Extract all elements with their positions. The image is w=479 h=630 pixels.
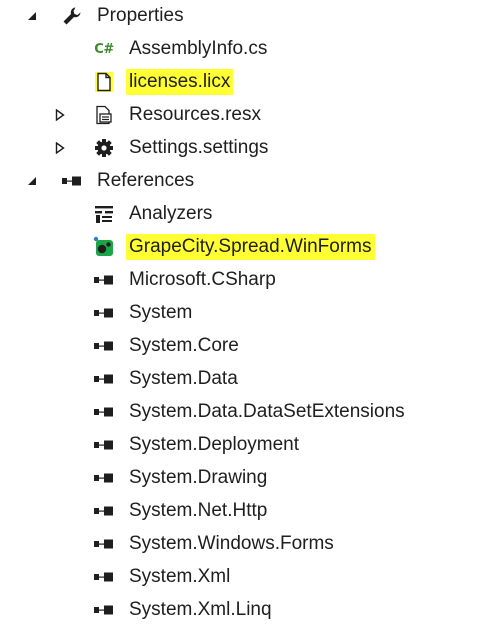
tree-node-reference[interactable]: System — [0, 297, 479, 330]
wrench-icon — [61, 6, 83, 26]
tree-node-label: System.Xml.Linq — [129, 599, 272, 620]
tree-node-label: System.Net.Http — [129, 500, 268, 521]
assembly-reference-icon — [93, 402, 115, 422]
tree-node-reference[interactable]: System.Xml.Linq — [0, 594, 479, 627]
tree-node-label: System — [129, 302, 193, 323]
tree-node-label: System.Data — [129, 368, 238, 389]
tree-node-label: Resources.resx — [129, 104, 261, 125]
tree-node-label: System.Core — [129, 335, 239, 356]
assembly-reference-icon — [93, 303, 115, 323]
tree-node-label: References — [97, 170, 195, 191]
expanded-arrow-icon[interactable] — [25, 8, 39, 24]
tree-node-label: Microsoft.CSharp — [129, 269, 276, 290]
tree-node-reference[interactable]: System.Deployment — [0, 429, 479, 462]
assembly-reference-icon — [93, 336, 115, 356]
assembly-reference-icon — [93, 567, 115, 587]
tree-node-label: System.Drawing — [129, 467, 268, 488]
csharp-file-icon: C# — [94, 41, 114, 57]
assembly-reference-icon — [93, 600, 115, 620]
assembly-reference-icon — [93, 435, 115, 455]
solution-explorer-tree: Properties C# AssemblyInfo.cs licenses.l… — [0, 0, 479, 630]
tree-node-resources[interactable]: Resources.resx — [0, 99, 479, 132]
tree-node-label: AssemblyInfo.cs — [129, 38, 268, 59]
assembly-reference-icon — [93, 534, 115, 554]
assembly-reference-icon — [93, 501, 115, 521]
tree-node-settings[interactable]: Settings.settings — [0, 132, 479, 165]
package-icon — [93, 236, 115, 257]
tree-node-assemblyinfo[interactable]: C# AssemblyInfo.cs — [0, 33, 479, 66]
tree-node-label: licenses.licx — [126, 69, 234, 95]
analyzers-icon — [93, 204, 115, 224]
tree-node-analyzers[interactable]: Analyzers — [0, 198, 479, 231]
tree-node-label: System.Xml — [129, 566, 231, 587]
tree-node-reference[interactable]: System.Data — [0, 363, 479, 396]
assembly-reference-icon — [93, 468, 115, 488]
tree-node-label: System.Deployment — [129, 434, 300, 455]
assembly-reference-icon — [93, 369, 115, 389]
tree-node-reference[interactable]: System.Windows.Forms — [0, 528, 479, 561]
collapsed-arrow-icon[interactable] — [53, 107, 67, 123]
tree-node-grapecity-spread-winforms[interactable]: GrapeCity.Spread.WinForms — [0, 231, 479, 264]
tree-node-reference[interactable]: System.Drawing — [0, 462, 479, 495]
tree-node-label: System.Data.DataSetExtensions — [129, 401, 405, 422]
resource-file-icon — [93, 105, 115, 125]
tree-node-properties[interactable]: Properties — [0, 0, 479, 33]
expanded-arrow-icon[interactable] — [25, 173, 39, 189]
assembly-reference-icon — [93, 270, 115, 290]
tree-node-licenses[interactable]: licenses.licx — [0, 66, 479, 99]
tree-node-reference[interactable]: System.Xml — [0, 561, 479, 594]
tree-node-label: Analyzers — [129, 203, 213, 224]
gear-icon — [93, 138, 115, 158]
tree-node-references[interactable]: References — [0, 165, 479, 198]
tree-node-label: GrapeCity.Spread.WinForms — [126, 234, 375, 260]
references-icon — [61, 171, 83, 191]
tree-node-reference[interactable]: System.Data.DataSetExtensions — [0, 396, 479, 429]
tree-node-label: System.Windows.Forms — [129, 533, 334, 554]
tree-node-reference[interactable]: System.Core — [0, 330, 479, 363]
tree-node-label: Properties — [97, 5, 184, 26]
file-icon — [93, 72, 115, 92]
tree-node-reference[interactable]: System.Net.Http — [0, 495, 479, 528]
tree-node-label: Settings.settings — [129, 137, 269, 158]
collapsed-arrow-icon[interactable] — [53, 140, 67, 156]
tree-node-reference[interactable]: Microsoft.CSharp — [0, 264, 479, 297]
